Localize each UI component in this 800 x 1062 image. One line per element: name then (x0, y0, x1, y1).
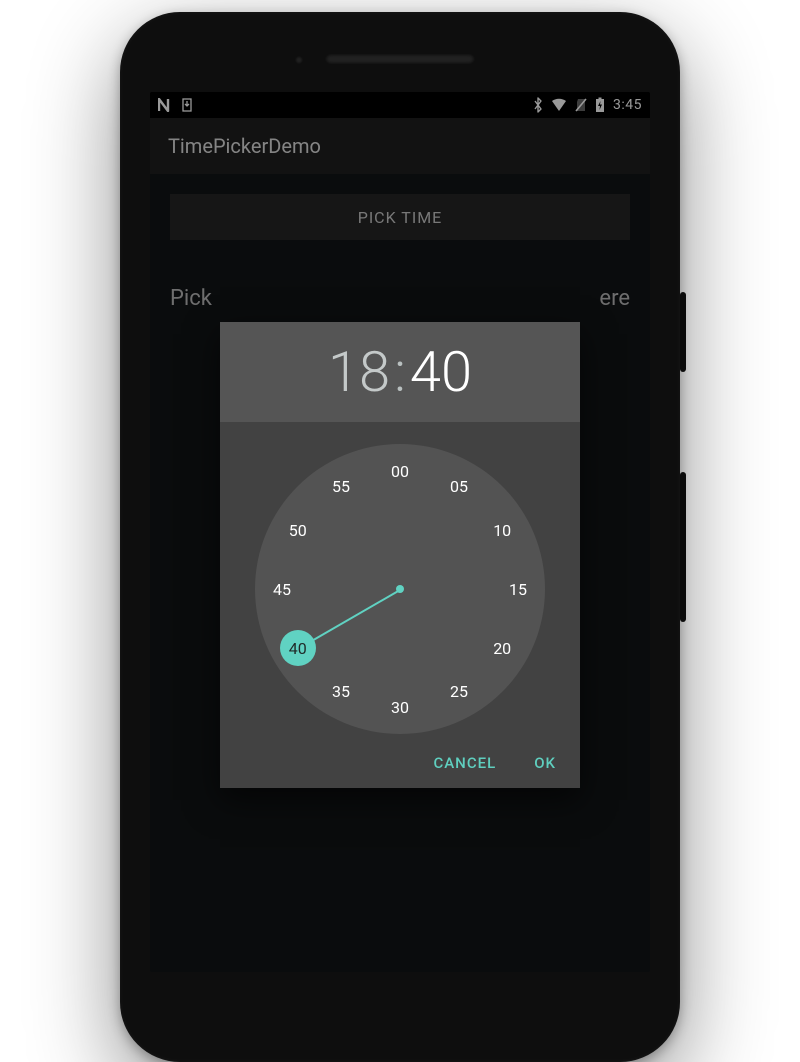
clock-face[interactable]: 00 0510 15 2025 30 3540 45 5055 (255, 444, 545, 734)
dialog-actions: CANCEL OK (220, 744, 580, 788)
minute-tick-05[interactable]: 05 (441, 469, 477, 505)
device-volume-button (680, 472, 686, 622)
device-frame: 3:45 TimePickerDemo PICK TIME Pick ere 1… (120, 12, 680, 1062)
minute-tick-45[interactable]: 45 (264, 571, 300, 607)
minute-tick-55[interactable]: 55 (323, 469, 359, 505)
ok-button[interactable]: OK (534, 754, 556, 772)
minute-tick-20[interactable]: 20 (484, 630, 520, 666)
minute-value[interactable]: 40 (410, 344, 472, 400)
minute-tick-25[interactable]: 25 (441, 673, 477, 709)
minute-tick-00[interactable]: 00 (382, 453, 418, 489)
screen: 3:45 TimePickerDemo PICK TIME Pick ere 1… (150, 92, 650, 972)
minute-tick-10[interactable]: 10 (484, 512, 520, 548)
minute-tick-15[interactable]: 15 (500, 571, 536, 607)
time-picker-dialog: 18 : 40 000510152025303540455055 CANCEL … (220, 322, 580, 788)
minute-tick-50[interactable]: 50 (280, 512, 316, 548)
minute-tick-35[interactable]: 35 (323, 673, 359, 709)
minute-tick-40[interactable]: 40 (280, 630, 316, 666)
clock-center-dot (396, 585, 404, 593)
cancel-button[interactable]: CANCEL (433, 754, 496, 772)
minute-tick-30[interactable]: 30 (382, 689, 418, 725)
device-power-button (680, 292, 686, 372)
hour-value[interactable]: 18 (328, 344, 390, 400)
time-header: 18 : 40 (220, 322, 580, 422)
time-colon: : (394, 344, 406, 400)
clock-face-wrap: 00 0510 15 2025 30 3540 45 5055 (220, 422, 580, 744)
